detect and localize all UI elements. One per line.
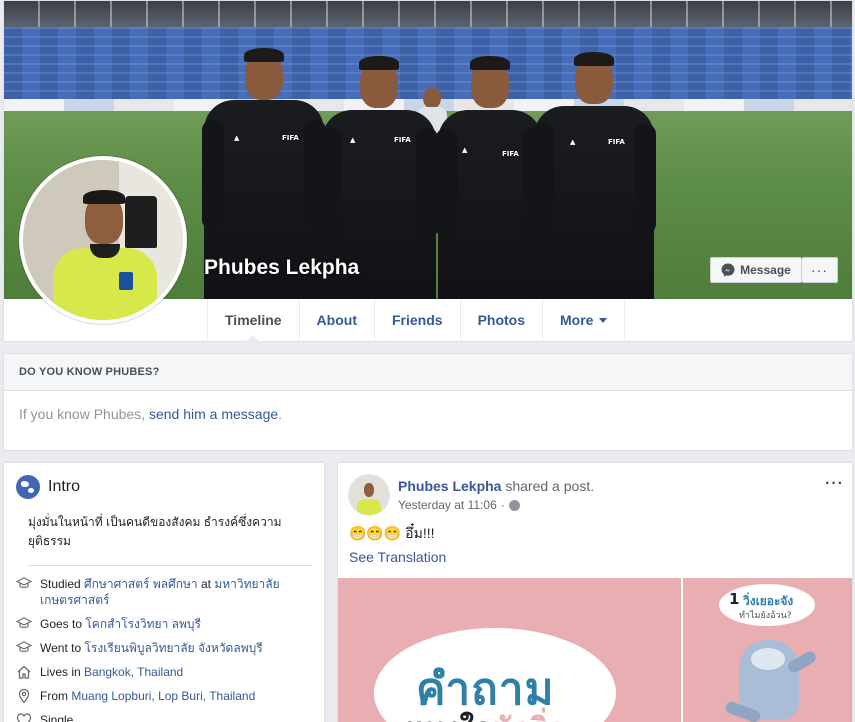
intro-item-studied: Studied ศึกษาศาสตร์ พลศึกษา at มหาวิทยาล… (16, 576, 312, 608)
referee-jersey (53, 248, 157, 320)
messenger-icon (721, 263, 735, 277)
intro-item-relationship: Single (16, 712, 312, 722)
referee-figure-3: ▲ FIFA (436, 56, 544, 300)
post-timestamp: Yesterday at 11:06 · (398, 498, 520, 512)
intro-link-school[interactable]: โคกสำโรงวิทยา ลพบุรี (85, 617, 201, 631)
intro-item-goes-to: Goes to โคกสำโรงวิทยา ลพบุรี (16, 616, 312, 632)
know-card-text: If you know Phubes, send him a message. (19, 406, 283, 422)
post-text: 😁😁😁 อึ๋ม!!! (349, 525, 435, 541)
hanging-shirt (125, 196, 157, 248)
message-button-label: Message (740, 263, 791, 277)
tab-friends[interactable]: Friends (373, 299, 460, 341)
intro-link-old-school[interactable]: โรงเรียนพิบูลวิทยาลัย จังหวัดลพบุรี (84, 641, 262, 655)
see-translation-link[interactable]: See Translation (349, 549, 446, 565)
tab-more[interactable]: More (542, 299, 626, 341)
intro-list: Studied ศึกษาศาสตร์ พลศึกษา at มหาวิทยาล… (4, 566, 324, 722)
post-time-link[interactable]: Yesterday at 11:06 (398, 498, 497, 512)
heart-icon (16, 713, 32, 722)
referee-figure-4: ▲ FIFA (532, 52, 656, 300)
profile-tabs: Timeline About Friends Photos More (207, 299, 626, 342)
profile-picture[interactable] (19, 156, 187, 324)
graduation-cap-icon (16, 577, 32, 588)
globe-icon (16, 475, 40, 499)
profile-name[interactable]: Phubes Lekpha (204, 256, 359, 280)
graduation-cap-icon (16, 617, 32, 628)
tab-about[interactable]: About (298, 299, 374, 341)
intro-link-field[interactable]: ศึกษาศาสตร์ พลศึกษา (84, 577, 198, 591)
post-author-avatar[interactable] (349, 475, 389, 515)
intro-item-from: From Muang Lopburi, Lop Buri, Thailand (16, 688, 312, 704)
tab-photos[interactable]: Photos (459, 299, 542, 341)
location-pin-icon (18, 688, 30, 704)
intro-item-went-to: Went to โรงเรียนพิบูลวิทยาลัย จังหวัดลพบ… (16, 640, 312, 656)
fifa-badge (119, 272, 133, 290)
public-globe-icon (508, 499, 520, 511)
know-person-card: DO YOU KNOW PHUBES? If you know Phubes, … (3, 353, 853, 451)
tab-timeline[interactable]: Timeline (207, 299, 299, 342)
intro-title: Intro (48, 478, 81, 495)
graduation-cap-icon (16, 641, 32, 652)
post-author-link[interactable]: Phubes Lekpha (398, 478, 501, 494)
intro-link-city[interactable]: Bangkok, Thailand (84, 665, 183, 679)
caret-down-icon (599, 317, 608, 323)
feed-post: Phubes Lekpha shared a post. Yesterday a… (337, 462, 853, 722)
intro-item-lives-in: Lives in Bangkok, Thailand (16, 664, 312, 680)
post-image-left[interactable]: คำถาม แทงใจนักวิ่ง (338, 578, 681, 722)
intro-link-hometown[interactable]: Muang Lopburi, Lop Buri, Thailand (71, 689, 255, 703)
message-button[interactable]: Message (710, 257, 802, 283)
home-icon (17, 665, 31, 679)
post-image-right[interactable]: 1 วิ่งเยอะจัง ทำไมยังอ้วน? (683, 578, 852, 722)
intro-bio: มุ่งมั่นในหน้าที่ เป็นคนดีของสังคม ธำรงค… (28, 513, 312, 566)
profile-page: ▲ FIFA ▲ FIFA ▲ FIFA ▲ FIFA Phubes Lekph… (0, 0, 855, 722)
intro-card: Intro มุ่งมั่นในหน้าที่ เป็นคนดีของสังคม… (3, 462, 325, 722)
post-options-button[interactable]: ··· (825, 475, 844, 493)
send-message-link[interactable]: send him a message (149, 406, 278, 422)
more-options-button[interactable]: ··· (802, 257, 838, 283)
know-card-title: DO YOU KNOW PHUBES? (4, 354, 852, 391)
